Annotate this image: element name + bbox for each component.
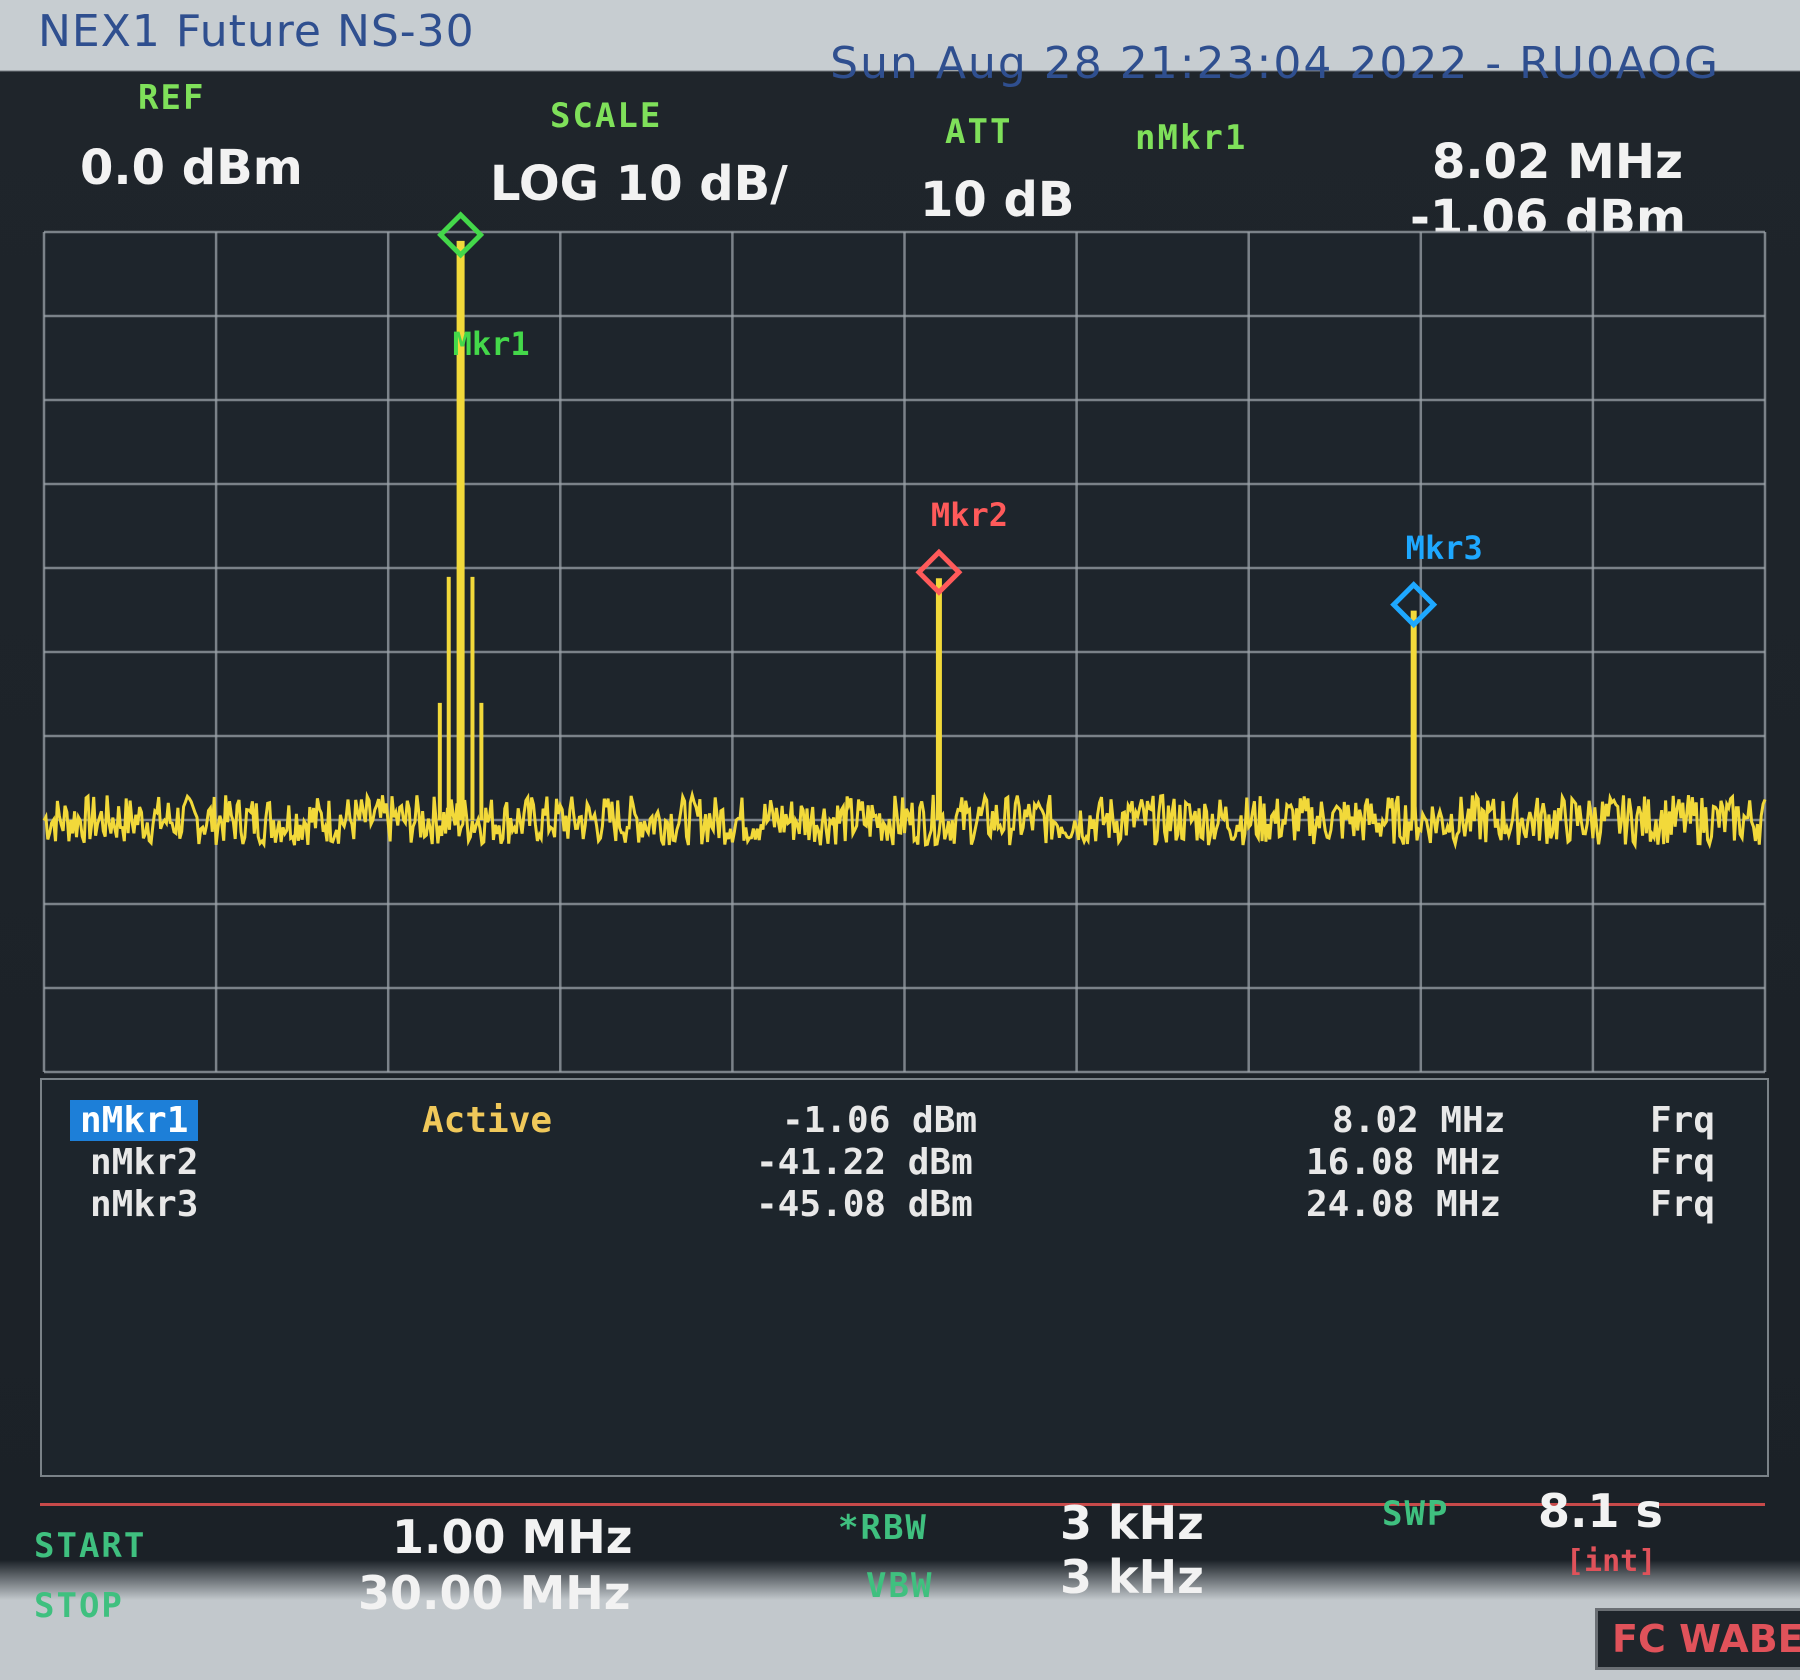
marker-mode: Frq: [1650, 1142, 1716, 1183]
marker3-label: Mkr3: [1405, 528, 1483, 567]
marker-row-2[interactable]: nMkr2 -41.22 dBm 16.08 MHz Frq: [42, 1142, 1767, 1186]
marker-freq: 24.08 MHz: [1306, 1184, 1502, 1225]
fc-badge: FC WABE: [1595, 1608, 1800, 1670]
marker-mode: Frq: [1650, 1100, 1716, 1141]
marker2-label: Mkr2: [930, 496, 1008, 535]
start-label: START: [34, 1526, 147, 1566]
analyzer-screen: NEX1 Future NS-30 Sun Aug 28 21:23:04 20…: [0, 0, 1800, 1680]
marker-name[interactable]: nMkr2: [90, 1142, 198, 1183]
stop-label: STOP: [34, 1586, 124, 1626]
marker-level: -1.06 dBm: [782, 1100, 978, 1141]
marker-freq: 8.02 MHz: [1332, 1100, 1506, 1141]
rbw-label: *RBW: [838, 1508, 928, 1548]
marker-name[interactable]: nMkr1: [70, 1100, 199, 1141]
marker-level: -45.08 dBm: [756, 1184, 973, 1225]
vbw-value[interactable]: 3 kHz: [1060, 1550, 1204, 1604]
vbw-label: VBW: [866, 1566, 934, 1606]
status-divider: [40, 1503, 1765, 1506]
marker-state: Active: [422, 1100, 553, 1141]
rbw-value[interactable]: 3 kHz: [1060, 1496, 1204, 1550]
spectrum-plot: [42, 211, 1767, 1074]
sweep-mode: [int]: [1566, 1544, 1657, 1579]
marker1-label: Mkr1: [452, 324, 530, 363]
marker-row-1[interactable]: nMkr1 Active -1.06 dBm 8.02 MHz Frq: [42, 1100, 1767, 1144]
marker-name[interactable]: nMkr3: [90, 1184, 198, 1225]
sweep-label: SWP: [1382, 1494, 1450, 1534]
marker-row-3[interactable]: nMkr3 -45.08 dBm 24.08 MHz Frq: [42, 1184, 1767, 1228]
marker-mode: Frq: [1650, 1184, 1716, 1225]
stop-value[interactable]: 30.00 MHz: [358, 1566, 631, 1620]
marker-level: -41.22 dBm: [756, 1142, 973, 1183]
marker-freq: 16.08 MHz: [1306, 1142, 1502, 1183]
marker-table: nMkr1 Active -1.06 dBm 8.02 MHz Frq nMkr…: [40, 1078, 1769, 1477]
start-value[interactable]: 1.00 MHz: [392, 1510, 633, 1564]
sweep-value[interactable]: 8.1 s: [1538, 1484, 1663, 1538]
